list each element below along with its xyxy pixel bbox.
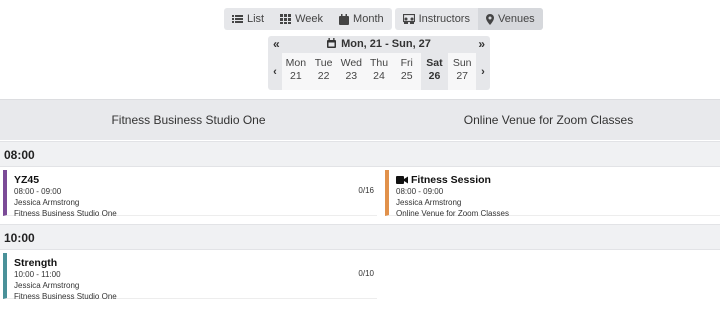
session-card[interactable]: Strength 10:00 - 11:00 Jessica Armstrong… — [3, 253, 377, 301]
day-number: 24 — [373, 70, 385, 82]
session-instructor: Jessica Armstrong — [14, 281, 80, 290]
instructors-icon — [402, 14, 415, 24]
day-name: Tue — [314, 57, 333, 69]
month-view-button[interactable]: Month — [331, 8, 392, 30]
day-tue[interactable]: Tue 22 — [310, 53, 338, 90]
venue-header: Fitness Business Studio One Online Venue… — [0, 99, 720, 140]
session-title: YZ45 — [14, 174, 40, 186]
venues-button[interactable]: Venues — [477, 8, 543, 30]
next-day-button[interactable]: › — [476, 53, 490, 90]
time-slot-header: 08:00 — [0, 141, 720, 167]
week-view-label: Week — [295, 13, 324, 25]
session-venue: Online Venue for Zoom Classes — [396, 209, 509, 218]
day-name: Thu — [369, 57, 389, 69]
session-time: 08:00 - 09:00 — [14, 187, 62, 196]
next-week-button[interactable]: » — [478, 36, 485, 52]
session-card[interactable]: YZ45 08:00 - 09:00 Jessica Armstrong Fit… — [3, 170, 377, 218]
week-range[interactable]: Mon, 21 - Sun, 27 — [268, 38, 490, 51]
day-name: Wed — [340, 57, 362, 69]
day-strip: Mon 21 Tue 22 Wed 23 Thu 24 Fri 25 Sat 26 Sun 2… — [282, 53, 476, 90]
session-title-wrap: Fitness Session — [396, 174, 491, 187]
session-capacity: 0/16 — [358, 186, 374, 195]
day-name: Sat — [426, 57, 443, 69]
day-mon[interactable]: Mon 21 — [282, 53, 310, 90]
venues-label: Venues — [497, 13, 535, 25]
month-view-label: Month — [353, 13, 384, 25]
venue-column-title: Online Venue for Zoom Classes — [463, 113, 634, 127]
day-number: 26 — [428, 70, 441, 82]
day-wed[interactable]: Wed 23 — [337, 53, 365, 90]
session-instructor: Jessica Armstrong — [396, 198, 462, 207]
day-fri[interactable]: Fri 25 — [393, 53, 421, 90]
day-number: 23 — [345, 70, 358, 82]
video-icon — [396, 175, 408, 187]
grid-icon — [280, 14, 292, 24]
view-mode-group: List Week Month — [224, 8, 392, 30]
day-name: Mon — [285, 57, 307, 69]
map-marker-icon — [485, 13, 494, 25]
date-navigator: « Mon, 21 - Sun, 27 » ‹ Mon 21 Tue 22 Wed 2… — [268, 36, 490, 90]
week-range-bar: « Mon, 21 - Sun, 27 » — [268, 36, 490, 53]
session-venue: Fitness Business Studio One — [14, 209, 117, 218]
list-view-label: List — [247, 13, 265, 25]
week-range-label: Mon, 21 - Sun, 27 — [341, 38, 431, 50]
grouping-group: Instructors Venues — [394, 8, 543, 30]
calendar-icon — [339, 13, 350, 25]
day-number: 21 — [290, 70, 302, 82]
session-card[interactable]: Fitness Session 08:00 - 09:00 Jessica Ar… — [385, 170, 720, 218]
day-name: Fri — [400, 57, 413, 69]
calendar-icon — [327, 38, 337, 51]
session-instructor: Jessica Armstrong — [14, 198, 80, 207]
session-title: Fitness Session — [411, 174, 491, 186]
session-venue: Fitness Business Studio One — [14, 292, 117, 301]
day-sat[interactable]: Sat 26 — [420, 53, 449, 90]
session-title: Strength — [14, 257, 58, 269]
day-number: 25 — [400, 70, 413, 82]
list-view-button[interactable]: List — [224, 8, 272, 30]
prev-day-button[interactable]: ‹ — [268, 53, 282, 90]
list-icon — [232, 14, 243, 24]
time-slot-header: 10:00 — [0, 224, 720, 250]
instructors-label: Instructors — [418, 13, 470, 25]
venue-column-title: Fitness Business Studio One — [111, 113, 266, 127]
view-toolbar: List Week Month Instructors Venues — [224, 8, 543, 30]
day-sun[interactable]: Sun 27 — [448, 53, 476, 90]
session-time: 08:00 - 09:00 — [396, 187, 444, 196]
day-name: Sun — [452, 57, 472, 69]
instructors-button[interactable]: Instructors — [395, 8, 478, 30]
session-time: 10:00 - 11:00 — [14, 270, 61, 279]
day-number: 22 — [317, 70, 330, 82]
day-thu[interactable]: Thu 24 — [365, 53, 393, 90]
session-capacity: 0/10 — [358, 269, 374, 278]
day-number: 27 — [456, 70, 469, 82]
week-view-button[interactable]: Week — [272, 8, 331, 30]
